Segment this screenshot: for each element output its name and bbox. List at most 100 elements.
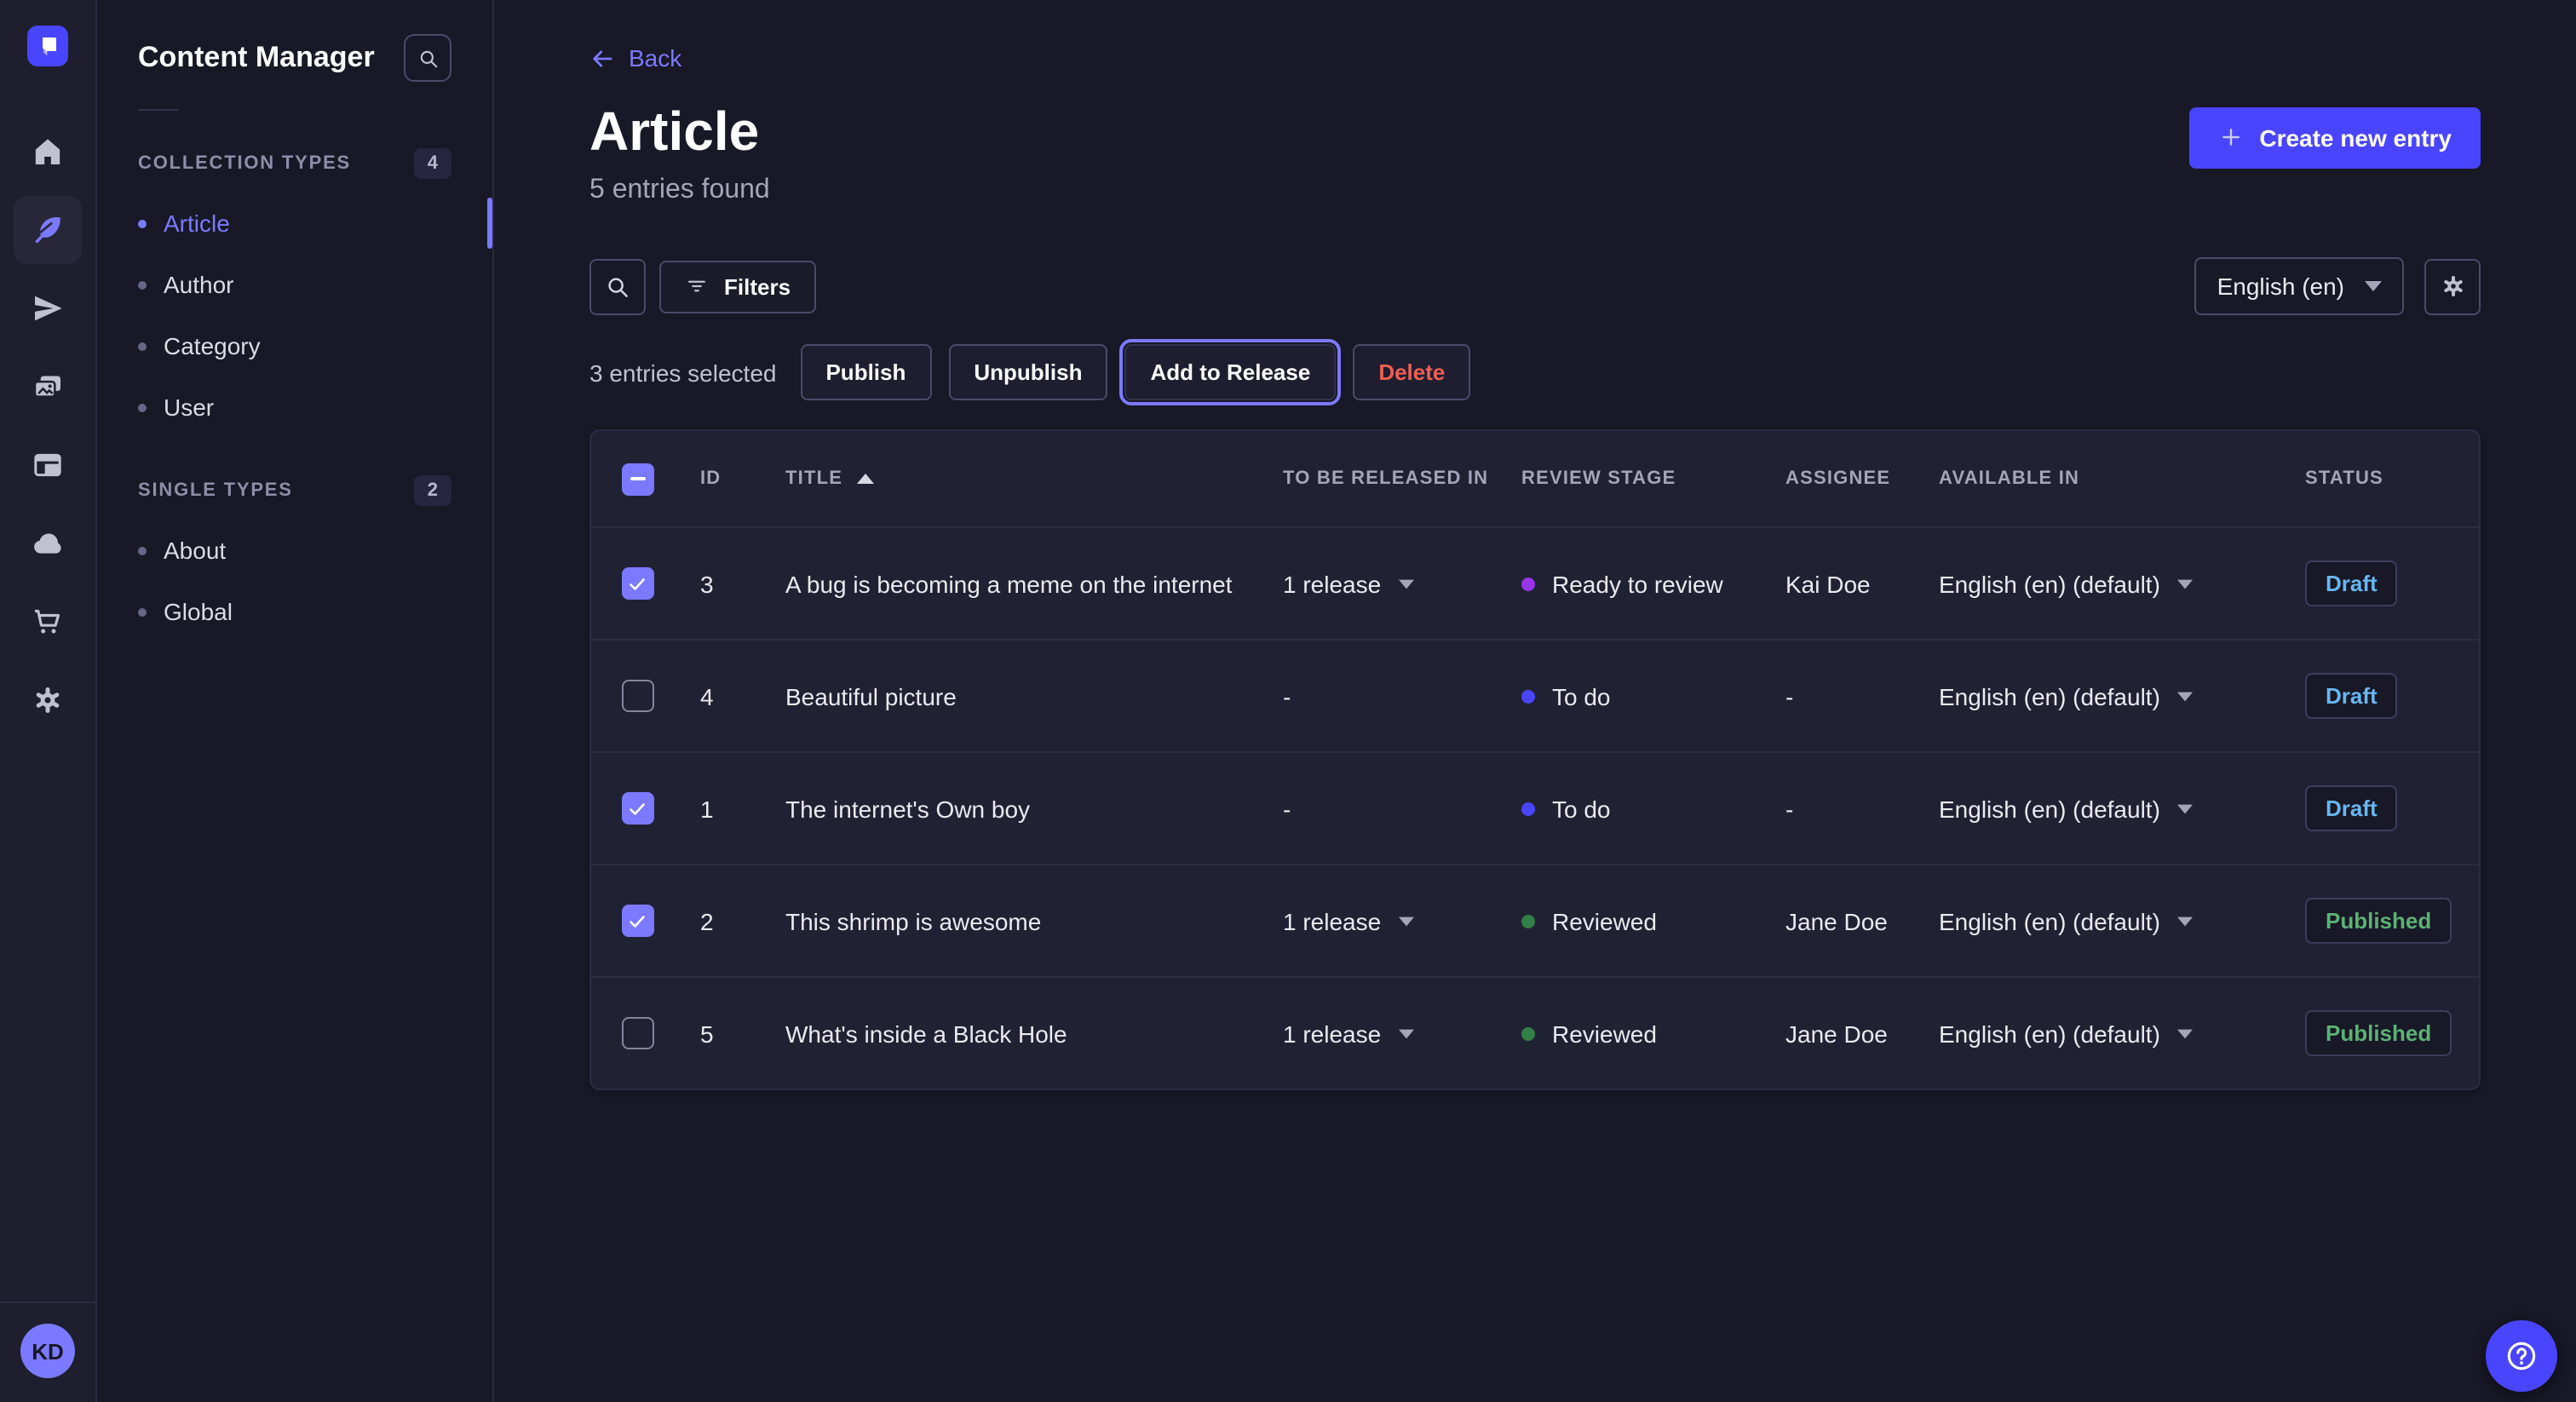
sidebar-item-user[interactable]: User	[97, 376, 492, 438]
help-button[interactable]	[2486, 1320, 2557, 1392]
cell-review-stage: Ready to review	[1508, 570, 1772, 597]
stage-dot	[1521, 1026, 1535, 1040]
cell-release: -	[1269, 682, 1508, 710]
select-all-checkbox[interactable]	[621, 463, 653, 495]
release-caret[interactable]	[1398, 916, 1413, 926]
strapi-logo-icon[interactable]	[27, 26, 68, 66]
locale-caret[interactable]	[2177, 803, 2193, 813]
locale-caret[interactable]	[2177, 691, 2193, 701]
unpublish-button[interactable]: Unpublish	[948, 344, 1107, 400]
cell-title: What's inside a Black Hole	[758, 1020, 1269, 1047]
cell-assignee: Jane Doe	[1772, 1020, 1925, 1047]
gear-icon[interactable]	[2424, 258, 2481, 314]
table-header-row: ID TITLE TO BE RELEASED IN REVIEW STAGE …	[591, 431, 2479, 526]
sidebar-item-label: User	[164, 394, 214, 421]
create-button-label: Create new entry	[2259, 124, 2452, 151]
sidebar-item-label: Author	[164, 271, 234, 298]
cell-review-stage: Reviewed	[1508, 1020, 1772, 1047]
cell-review-stage: Reviewed	[1508, 907, 1772, 934]
locale-select[interactable]: English (en)	[2195, 257, 2404, 315]
cell-status: Draft	[2291, 560, 2479, 606]
bullet-icon	[138, 607, 147, 616]
plus-icon	[2218, 124, 2244, 150]
cart-icon[interactable]	[14, 588, 82, 656]
column-header-id: ID	[683, 468, 758, 489]
cell-status: Published	[2291, 1010, 2479, 1056]
chevron-down-icon	[2365, 281, 2382, 291]
entries-table: ID TITLE TO BE RELEASED IN REVIEW STAGE …	[589, 429, 2481, 1090]
paper-plane-icon[interactable]	[14, 274, 82, 342]
stage-dot	[1521, 577, 1535, 590]
column-header-status: STATUS	[2291, 468, 2479, 489]
cloud-icon[interactable]	[14, 509, 82, 577]
cell-assignee: Kai Doe	[1772, 570, 1925, 597]
cell-release: 1 release	[1269, 570, 1508, 597]
row-checkbox[interactable]	[621, 680, 653, 712]
sidebar-item-author[interactable]: Author	[97, 254, 492, 315]
entries-count: 5 entries found	[589, 175, 770, 206]
release-caret[interactable]	[1398, 578, 1413, 589]
home-icon[interactable]	[14, 118, 82, 186]
row-checkbox[interactable]	[621, 567, 653, 600]
search-icon[interactable]	[404, 34, 451, 82]
stage-dot	[1521, 914, 1535, 928]
create-new-entry-button[interactable]: Create new entry	[2189, 106, 2481, 168]
cell-title: The internet's Own boy	[758, 795, 1269, 822]
cell-review-stage: To do	[1508, 682, 1772, 710]
cell-release: 1 release	[1269, 907, 1508, 934]
avatar[interactable]: KD	[20, 1324, 75, 1378]
table-row[interactable]: 5 What's inside a Black Hole 1 release R…	[591, 976, 2479, 1089]
column-header-release: TO BE RELEASED IN	[1269, 468, 1508, 489]
filters-label: Filters	[724, 273, 791, 299]
page-title: Article	[589, 103, 770, 160]
back-label: Back	[629, 44, 681, 72]
release-caret[interactable]	[1398, 1028, 1413, 1038]
row-checkbox[interactable]	[621, 905, 653, 937]
delete-button[interactable]: Delete	[1353, 344, 1470, 400]
locale-caret[interactable]	[2177, 578, 2193, 589]
publish-button[interactable]: Publish	[800, 344, 931, 400]
sidebar-item-article[interactable]: Article	[97, 192, 492, 254]
filters-button[interactable]: Filters	[659, 260, 816, 313]
sidebar-item-about[interactable]: About	[97, 520, 492, 581]
row-checkbox[interactable]	[621, 1017, 653, 1049]
feather-icon[interactable]	[14, 196, 82, 264]
cell-status: Published	[2291, 898, 2479, 944]
section-label: COLLECTION TYPES	[138, 153, 351, 174]
layout-icon[interactable]	[14, 431, 82, 499]
search-icon[interactable]	[589, 258, 646, 314]
section-count-badge: 4	[414, 148, 451, 179]
cell-status: Draft	[2291, 785, 2479, 831]
table-row[interactable]: 4 Beautiful picture - To do - English (e…	[591, 639, 2479, 751]
locale-caret[interactable]	[2177, 916, 2193, 926]
status-badge: Draft	[2305, 785, 2398, 831]
cell-status: Draft	[2291, 673, 2479, 719]
add-to-release-button[interactable]: Add to Release	[1124, 344, 1336, 400]
sidebar-item-global[interactable]: Global	[97, 581, 492, 642]
divider	[138, 109, 179, 111]
gear-icon[interactable]	[14, 666, 82, 734]
locale-caret[interactable]	[2177, 1028, 2193, 1038]
bullet-icon	[138, 342, 147, 350]
column-header-review-stage: REVIEW STAGE	[1508, 468, 1772, 489]
column-header-title[interactable]: TITLE	[758, 468, 1269, 489]
cell-id: 2	[683, 907, 758, 934]
subnav-title: Content Manager	[138, 41, 375, 75]
cell-available-in: English (en) (default)	[1925, 1020, 2291, 1047]
column-header-available-in: AVAILABLE IN	[1925, 468, 2291, 489]
table-row[interactable]: 2 This shrimp is awesome 1 release Revie…	[591, 864, 2479, 976]
question-circle-icon	[2503, 1337, 2540, 1375]
back-link[interactable]: Back	[589, 44, 681, 72]
table-row[interactable]: 3 A bug is becoming a meme on the intern…	[591, 526, 2479, 639]
sort-asc-icon	[856, 474, 873, 484]
row-checkbox[interactable]	[621, 792, 653, 825]
bullet-icon	[138, 280, 147, 289]
table-row[interactable]: 1 The internet's Own boy - To do - Engli…	[591, 751, 2479, 864]
sidebar-item-label: Global	[164, 598, 233, 625]
cell-id: 4	[683, 682, 758, 710]
cell-assignee: -	[1772, 795, 1925, 822]
sidebar-item-category[interactable]: Category	[97, 315, 492, 376]
section-label: SINGLE TYPES	[138, 480, 293, 501]
images-icon[interactable]	[14, 353, 82, 421]
cell-id: 3	[683, 570, 758, 597]
